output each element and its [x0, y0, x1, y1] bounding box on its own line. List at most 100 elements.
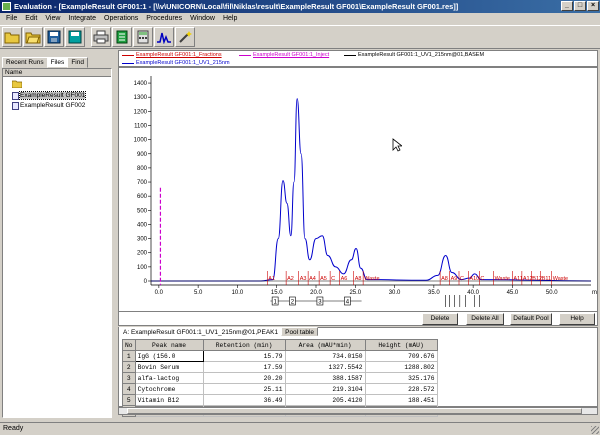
peak-table-panel: A: ExampleResult GF001:1_UV1_215nm@01,PE…: [118, 327, 598, 417]
legend-inject[interactable]: ExampleResult GF001:1_Inject: [239, 52, 329, 58]
cell-peak-name[interactable]: IgG (156.0: [134, 350, 204, 362]
print-button[interactable]: [91, 27, 111, 47]
print-icon: [93, 30, 109, 44]
tab-find[interactable]: Find: [67, 57, 88, 68]
fraction-label: Waste: [553, 276, 568, 282]
tab-pool-table[interactable]: Pool table: [281, 327, 319, 336]
folder-icon[interactable]: [12, 80, 22, 88]
cell-retention[interactable]: 15.79: [202, 350, 286, 362]
cell-peak-name[interactable]: alfa-lactog: [134, 372, 204, 384]
col-area[interactable]: Area (mAU*min): [284, 339, 366, 351]
col-no[interactable]: No: [122, 339, 136, 351]
disk-icon: [68, 30, 82, 44]
x-tick-label: 25.0: [349, 290, 361, 296]
x-tick-label: 15.0: [271, 290, 283, 296]
cell-peak-name[interactable]: Bovin Serum: [134, 361, 204, 373]
y-tick-label: 100: [137, 265, 148, 271]
menu-file[interactable]: File: [2, 13, 21, 25]
name-column-header[interactable]: Name: [3, 69, 111, 77]
scrollbar-thumb[interactable]: [127, 408, 582, 414]
left-tabs: Recent Runs Files Find: [2, 57, 88, 68]
col-height[interactable]: Height (mAU): [364, 339, 438, 351]
legend-baseline[interactable]: ExampleResult GF001:1_UV1_215nm@01,BASEM: [344, 52, 484, 58]
cell-retention[interactable]: 25.11: [202, 383, 286, 395]
cell-retention[interactable]: 36.49: [202, 394, 286, 406]
cell-no[interactable]: 4: [122, 383, 136, 395]
fraction-label: A2: [287, 276, 294, 282]
cell-height[interactable]: 709.676: [364, 350, 438, 362]
cell-height[interactable]: 325.176: [364, 372, 438, 384]
maximize-button[interactable]: □: [574, 1, 586, 11]
chromatogram-chart[interactable]: 0 100 200 300 400 500 600 700 800 900 1000 1100 1200…: [118, 67, 600, 312]
report-button[interactable]: [112, 27, 132, 47]
report-icon: [116, 30, 128, 44]
cell-height[interactable]: 188.451: [364, 394, 438, 406]
cell-no[interactable]: 5: [122, 394, 136, 406]
menu-procedures[interactable]: Procedures: [142, 13, 186, 25]
file-item-gf002[interactable]: ExampleResult GF002: [12, 101, 85, 110]
wand-button[interactable]: [175, 27, 195, 47]
default-pool-button[interactable]: Default Pool: [510, 313, 552, 325]
y-tick-label: 1100: [134, 123, 148, 129]
col-retention[interactable]: Retention (min): [202, 339, 286, 351]
disk-button[interactable]: [65, 27, 85, 47]
horizontal-scrollbar[interactable]: [118, 407, 598, 415]
cell-area[interactable]: 219.3104: [284, 383, 366, 395]
delete-all-button[interactable]: Delete All: [466, 313, 504, 325]
resize-grip-icon[interactable]: [591, 426, 599, 434]
peak-button[interactable]: [154, 27, 174, 47]
table-row[interactable]: 1 IgG (156.0 15.79 734.0150 709.676: [122, 350, 438, 362]
y-tick-label: 600: [137, 194, 148, 200]
cell-area[interactable]: 734.0150: [284, 350, 366, 362]
close-button[interactable]: ×: [587, 1, 599, 11]
cell-area[interactable]: 388.1587: [284, 372, 366, 384]
menu-help[interactable]: Help: [219, 13, 241, 25]
x-tick-label: 10.0: [232, 290, 244, 296]
x-unit-label: min: [592, 290, 597, 296]
col-peak-name[interactable]: Peak name: [134, 339, 204, 351]
y-tick-label: 0: [144, 279, 148, 285]
cell-area[interactable]: 205.4120: [284, 394, 366, 406]
y-tick-label: 700: [137, 180, 148, 186]
legend-fractions[interactable]: ExampleResult GF001:1_Fractions: [122, 52, 222, 58]
delete-button[interactable]: Delete: [422, 313, 458, 325]
chromatogram-svg[interactable]: 0 100 200 300 400 500 600 700 800 900 1000 1100 1200…: [119, 68, 600, 311]
open-folder-button[interactable]: [2, 27, 22, 47]
file-list[interactable]: Name ExampleResult GF001 ExampleResult G…: [2, 68, 112, 418]
file-item-gf001[interactable]: ExampleResult GF001: [12, 91, 87, 100]
calculator-button[interactable]: [133, 27, 153, 47]
tab-recent-runs[interactable]: Recent Runs: [2, 57, 48, 68]
cell-no[interactable]: 2: [122, 361, 136, 373]
fraction-label: A3: [300, 276, 307, 282]
table-row[interactable]: 3 alfa-lactog 20.20 388.1587 325.176: [122, 372, 438, 384]
table-row[interactable]: 4 Cytochrome 25.11 219.3104 228.572: [122, 383, 438, 395]
tab-files[interactable]: Files: [46, 57, 69, 68]
cell-peak-name[interactable]: Cytochrome: [134, 383, 204, 395]
open-file-button[interactable]: [23, 27, 43, 47]
menu-edit[interactable]: Edit: [21, 13, 41, 25]
cell-retention[interactable]: 17.59: [202, 361, 286, 373]
legend-uv[interactable]: ExampleResult GF001:1_UV1_215nm: [122, 60, 230, 66]
menu-integrate[interactable]: Integrate: [64, 13, 100, 25]
cell-height[interactable]: 1288.802: [364, 361, 438, 373]
cell-retention[interactable]: 20.20: [202, 372, 286, 384]
chart-legend: ExampleResult GF001:1_Fractions ExampleR…: [118, 50, 598, 67]
cell-area[interactable]: 1327.5542: [284, 361, 366, 373]
menu-operations[interactable]: Operations: [100, 13, 142, 25]
cell-no[interactable]: 3: [122, 372, 136, 384]
fraction-label: A9: [451, 276, 458, 282]
fraction-label: A8: [441, 276, 448, 282]
cell-height[interactable]: 228.572: [364, 383, 438, 395]
table-row[interactable]: 5 Vitamin B12 36.49 205.4120 188.451: [122, 394, 438, 406]
cell-no[interactable]: 1: [122, 350, 136, 362]
table-row[interactable]: 2 Bovin Serum 17.59 1327.5542 1288.802: [122, 361, 438, 373]
peak-table: No Peak name Retention (min) Area (mAU*m…: [122, 339, 438, 417]
fraction-label: C: [460, 276, 464, 282]
tab-peak-table[interactable]: A: ExampleResult GF001:1_UV1_215nm@01,PE…: [119, 327, 283, 336]
minimize-button[interactable]: _: [561, 1, 573, 11]
help-button[interactable]: Help: [559, 313, 595, 325]
cell-peak-name[interactable]: Vitamin B12: [134, 394, 204, 406]
menu-view[interactable]: View: [41, 13, 64, 25]
menu-window[interactable]: Window: [186, 13, 219, 25]
save-button[interactable]: [44, 27, 64, 47]
